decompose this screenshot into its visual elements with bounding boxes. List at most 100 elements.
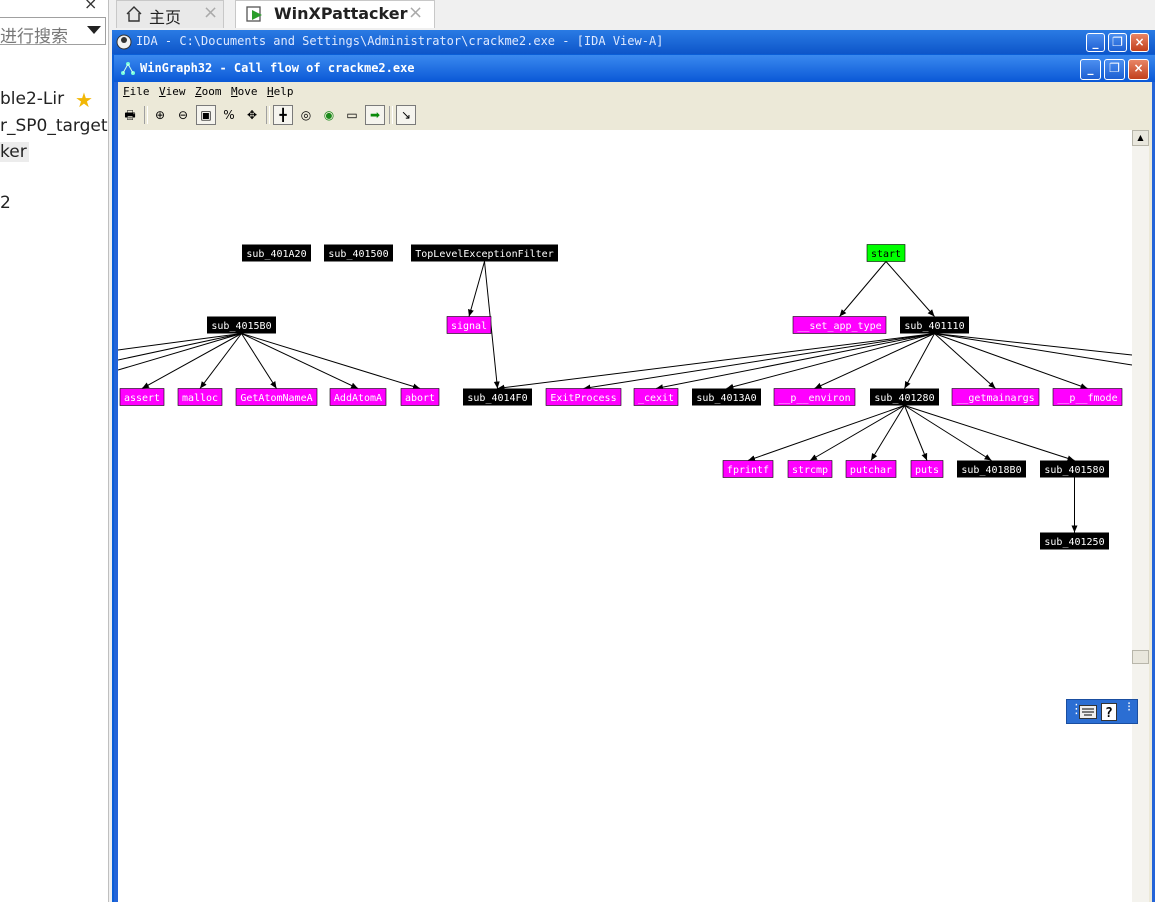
keyboard-icon[interactable] — [1079, 705, 1097, 719]
arrow-tool-icon[interactable]: ↘ — [396, 105, 416, 125]
print-icon[interactable]: 🖶 — [120, 105, 140, 125]
navigate-icon[interactable]: ◉ — [319, 105, 339, 125]
graph-node[interactable]: start — [866, 244, 906, 262]
graph-node-label: __p__fmode — [1057, 393, 1117, 404]
vertical-scrollbar[interactable]: ▲ — [1132, 130, 1149, 902]
chevron-down-icon[interactable] — [87, 26, 101, 34]
edge-start-__set_app_type — [839, 261, 887, 317]
graph-node-label: malloc — [182, 393, 218, 404]
wingraph-window: WinGraph32 - Call flow of crackme2.exe _… — [114, 55, 1155, 902]
graph-node[interactable]: TopLevelExceptionFilter — [411, 244, 558, 262]
fit-window-icon[interactable]: ▣ — [196, 105, 216, 125]
graph-node-label: __set_app_type — [797, 321, 881, 332]
ida-minimize-button[interactable]: _ — [1086, 33, 1105, 52]
graph-node[interactable]: puts — [910, 460, 944, 478]
graph-node-label: sub_401250 — [1044, 537, 1104, 548]
edge-offscreen — [118, 333, 242, 351]
tab-home-close-icon[interactable]: × — [203, 2, 218, 23]
tab-winxpattacker-label: WinXPattacker — [274, 4, 408, 23]
graph-node[interactable]: sub_4018B0 — [957, 460, 1026, 478]
menu-view[interactable]: View — [159, 85, 186, 98]
wingraph-close-button[interactable]: × — [1128, 59, 1149, 80]
sidebar-search-text: 进行搜索 — [0, 27, 68, 47]
menu-zoom-mnemonic: Z — [195, 85, 202, 98]
graph-node[interactable]: sub_4013A0 — [692, 388, 761, 406]
graph-node[interactable]: putchar — [845, 460, 897, 478]
graph-node[interactable]: sub_401500 — [324, 244, 393, 262]
star-icon[interactable]: ★ — [75, 88, 93, 112]
graph-node[interactable]: AddAtomA — [329, 388, 387, 406]
layout-icon[interactable]: ╋ — [273, 105, 293, 125]
graph-node[interactable]: ExitProcess — [545, 388, 622, 406]
graph-node-label: start — [871, 249, 901, 260]
graph-node[interactable]: _cexit — [633, 388, 679, 406]
menu-file[interactable]: File — [123, 85, 150, 98]
sidebar-item-2[interactable]: r_SP0_target — [0, 116, 108, 136]
wingraph-client: File View Zoom Move Help 🖶 ⊕ ⊖ ▣ % ✥ ╋ ◎… — [118, 82, 1152, 902]
graph-node-label: puts — [915, 465, 939, 476]
graph-node[interactable]: fprintf — [722, 460, 774, 478]
graph-node-label: sub_4014F0 — [467, 393, 527, 404]
circle-tool-icon[interactable]: ◎ — [296, 105, 316, 125]
edge-sub_401280-puts — [904, 405, 928, 461]
graph-node-label: sub_401110 — [904, 321, 964, 332]
scroll-up-icon[interactable]: ▲ — [1132, 130, 1149, 146]
overview-icon[interactable]: ▭ — [342, 105, 362, 125]
graph-node[interactable]: GetAtomNameA — [235, 388, 318, 406]
tab-winxpattacker[interactable]: WinXPattacker × — [235, 0, 435, 28]
scroll-thumb[interactable] — [1132, 650, 1149, 664]
graph-node[interactable]: __getmainargs — [951, 388, 1040, 406]
graph-node[interactable]: __p__environ — [773, 388, 856, 406]
wingraph-minimize-button[interactable]: _ — [1080, 59, 1101, 80]
home-icon — [126, 6, 142, 22]
zoom-100-icon[interactable]: % — [219, 105, 239, 125]
menu-move-rest: ove — [237, 85, 258, 98]
chevron-down-icon[interactable]: ⁝ — [1127, 700, 1131, 715]
edge-offscreen — [118, 333, 242, 361]
ida-close-button[interactable]: × — [1130, 33, 1149, 52]
graph-node[interactable]: sub_401A20 — [242, 244, 311, 262]
tab-home[interactable]: 主页 × — [116, 0, 224, 28]
graph-node[interactable]: sub_401280 — [870, 388, 939, 406]
menu-move-mnemonic: M — [231, 85, 238, 98]
menu-move[interactable]: Move — [231, 85, 258, 98]
menu-help[interactable]: Help — [267, 85, 294, 98]
wingraph-title-bar[interactable]: WinGraph32 - Call flow of crackme2.exe _… — [114, 55, 1155, 82]
sidebar-close-icon[interactable]: × — [84, 0, 97, 13]
graph-node[interactable]: sub_4015B0 — [207, 316, 276, 334]
edge-offscreen — [118, 333, 242, 371]
graph-node[interactable]: sub_401580 — [1040, 460, 1109, 478]
graph-node[interactable]: malloc — [177, 388, 223, 406]
sidebar-item-1[interactable]: ble2-Lir — [0, 89, 64, 109]
ida-title-text: IDA - C:\Documents and Settings\Administ… — [136, 34, 664, 48]
graph-canvas[interactable]: sub_401A20 sub_401500 TopLevelExceptionFil… — [118, 130, 1132, 902]
zoom-in-icon[interactable]: ⊕ — [150, 105, 170, 125]
ida-title-bar[interactable]: IDA - C:\Documents and Settings\Administ… — [112, 30, 1155, 54]
tab-winxpattacker-close-icon[interactable]: × — [408, 2, 423, 23]
edge-sub_401110-_cexit — [655, 333, 935, 391]
go-icon[interactable]: ➡ — [365, 105, 385, 125]
graph-node[interactable]: __set_app_type — [792, 316, 887, 334]
graph-node-label: __p__environ — [778, 393, 850, 404]
graph-node[interactable]: sub_401110 — [900, 316, 969, 334]
help-icon[interactable]: ? — [1101, 703, 1117, 721]
sidebar-item-3[interactable]: ker — [0, 142, 29, 162]
ime-toolbar[interactable]: ⋮ ? ⁝ — [1066, 699, 1138, 724]
graph-node[interactable]: assert — [119, 388, 165, 406]
menu-view-mnemonic: V — [159, 85, 166, 98]
move-icon[interactable]: ✥ — [242, 105, 262, 125]
graph-node-label: AddAtomA — [334, 393, 382, 404]
graph-node[interactable]: strcmp — [787, 460, 833, 478]
graph-node[interactable]: sub_4014F0 — [463, 388, 532, 406]
graph-node[interactable]: __p__fmode — [1052, 388, 1123, 406]
graph-node[interactable]: abort — [400, 388, 440, 406]
zoom-out-icon[interactable]: ⊖ — [173, 105, 193, 125]
sidebar-search-box[interactable]: 进行搜索 — [0, 17, 106, 47]
graph-node[interactable]: sub_401250 — [1040, 532, 1109, 550]
graph-node[interactable]: signal — [446, 316, 492, 334]
sidebar-item-4[interactable]: 2 — [0, 193, 11, 213]
menu-zoom[interactable]: Zoom — [195, 85, 222, 98]
graph-node-label: sub_401580 — [1044, 465, 1104, 476]
ida-restore-button[interactable]: ❐ — [1108, 33, 1127, 52]
wingraph-restore-button[interactable]: ❐ — [1104, 59, 1125, 80]
